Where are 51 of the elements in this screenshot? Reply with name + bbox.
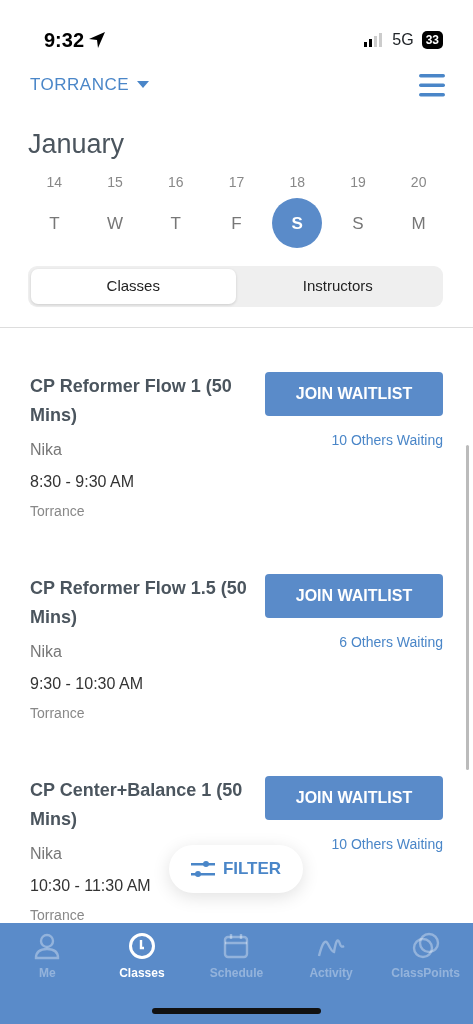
class-location: Torrance [30, 905, 85, 925]
location-arrow-icon [88, 31, 107, 49]
day-button[interactable]: S [272, 198, 323, 249]
instructor-name: Nika [30, 843, 62, 864]
date-number: 15 [107, 173, 123, 193]
signal-icon [364, 33, 385, 47]
class-location: Torrance [30, 703, 85, 723]
menu-button[interactable] [419, 72, 445, 98]
filter-button[interactable]: FILTER [169, 845, 303, 893]
network-label: 5G [392, 30, 414, 50]
day-button[interactable]: S [332, 198, 383, 249]
waitlist-button[interactable]: JOIN WAITLIST [265, 775, 443, 820]
date-number: 17 [228, 173, 245, 193]
day-button[interactable]: T [29, 198, 80, 249]
waitlist-button[interactable]: JOIN WAITLIST [265, 573, 443, 618]
waitlist-button[interactable]: JOIN WAITLIST [265, 371, 443, 416]
class-title: CP Center+Balance 1 (50 Mins) [30, 778, 244, 831]
day-button[interactable]: M [393, 198, 444, 249]
waitlist-count: 6 Others Waiting [338, 632, 443, 652]
caret-icon [137, 81, 150, 89]
day-button[interactable]: F [211, 198, 262, 249]
menu-icon [419, 73, 445, 98]
person-icon [33, 932, 62, 960]
clock-icon [127, 932, 156, 960]
date-number: 14 [46, 173, 63, 193]
class-time: 10:30 - 11:30 AM [30, 875, 151, 896]
class-time: 8:30 - 9:30 AM [30, 471, 135, 492]
calendar-icon [222, 932, 251, 960]
segment-tab[interactable]: Instructors [235, 269, 440, 304]
date-number: 19 [350, 173, 366, 193]
date-number: 20 [410, 173, 427, 193]
class-location: Torrance [30, 501, 85, 521]
class-title: CP Reformer Flow 1 (50 Mins) [30, 374, 233, 427]
waitlist-count: 10 Others Waiting [330, 834, 443, 854]
location-dropdown[interactable]: TORRANCE [30, 72, 150, 98]
month-title: January [27, 128, 126, 161]
day-button[interactable]: W [90, 198, 141, 249]
date-number: 18 [289, 173, 305, 193]
clock-time: 9:32 [44, 28, 85, 53]
tab-bar-item[interactable]: Classes [94, 931, 190, 1024]
waitlist-count: 10 Others Waiting [330, 430, 443, 450]
instructor-name: Nika [30, 439, 62, 460]
segment-tab[interactable]: Classes [31, 269, 236, 304]
instructor-name: Nika [30, 641, 62, 662]
sliders-icon [190, 859, 215, 879]
class-title: CP Reformer Flow 1.5 (50 Mins) [30, 576, 248, 629]
date-number: 16 [168, 173, 184, 193]
circles-icon [411, 932, 440, 960]
battery-level: 33 [421, 31, 443, 49]
class-time: 9:30 - 10:30 AM [30, 673, 143, 694]
day-button[interactable]: T [150, 198, 201, 249]
